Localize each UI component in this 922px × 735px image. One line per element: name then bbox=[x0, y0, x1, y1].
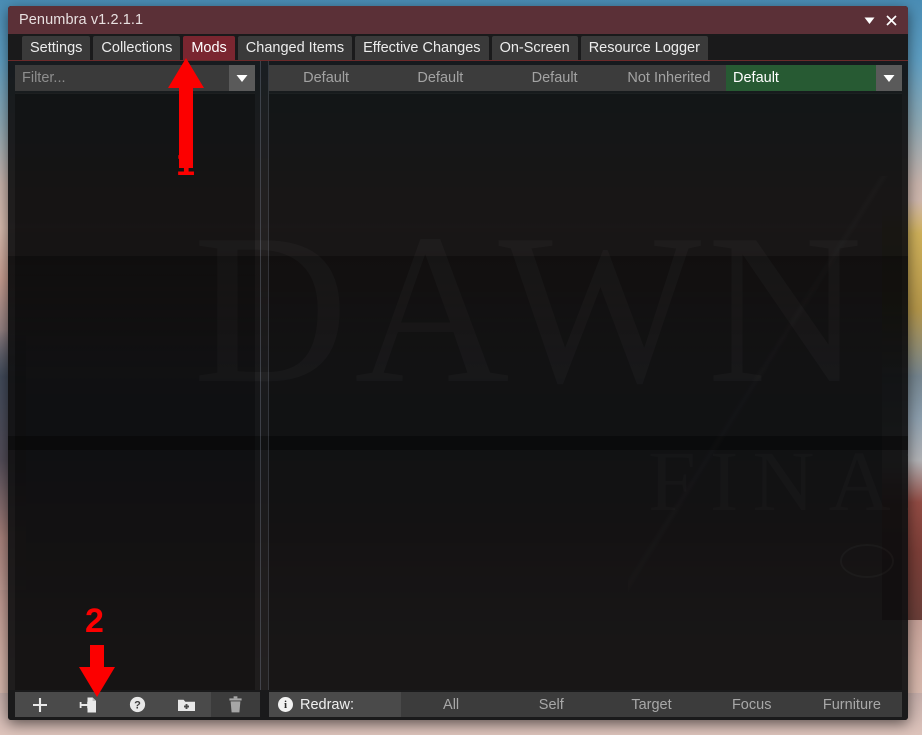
question-circle-icon: ? bbox=[128, 695, 147, 714]
redraw-furniture-button[interactable]: Furniture bbox=[802, 692, 902, 717]
tab-effective-changes[interactable]: Effective Changes bbox=[355, 36, 489, 60]
tab-settings[interactable]: Settings bbox=[22, 36, 91, 60]
collection-header-1[interactable]: Default bbox=[269, 65, 383, 91]
redraw-self-button[interactable]: Self bbox=[501, 692, 601, 717]
delete-mod-button[interactable] bbox=[211, 692, 260, 717]
import-mod-button[interactable] bbox=[64, 692, 113, 717]
annotation-number-2: 2 bbox=[85, 602, 104, 640]
collection-select[interactable]: Default bbox=[726, 65, 876, 91]
redraw-all-button[interactable]: All bbox=[401, 692, 501, 717]
mod-filter-input[interactable] bbox=[15, 65, 229, 91]
new-folder-button[interactable] bbox=[162, 692, 211, 717]
window-titlebar[interactable]: Penumbra v1.2.1.1 bbox=[8, 6, 908, 34]
mod-selector-pane bbox=[8, 61, 260, 690]
tab-collections[interactable]: Collections bbox=[93, 36, 181, 60]
info-icon[interactable]: i bbox=[278, 697, 293, 712]
redraw-target-button[interactable]: Target bbox=[601, 692, 701, 717]
toolbar-gap bbox=[260, 692, 269, 717]
redraw-label: Redraw: bbox=[300, 696, 354, 713]
collection-header-inheritance[interactable]: Not Inherited bbox=[612, 65, 726, 91]
redraw-focus-button[interactable]: Focus bbox=[702, 692, 802, 717]
window-body: Default Default Default Not Inherited De… bbox=[8, 61, 908, 690]
collection-header-3[interactable]: Default bbox=[498, 65, 612, 91]
window-title: Penumbra v1.2.1.1 bbox=[19, 12, 144, 28]
trash-icon bbox=[226, 695, 245, 715]
tab-on-screen[interactable]: On-Screen bbox=[491, 36, 578, 60]
help-button[interactable]: ? bbox=[113, 692, 162, 717]
import-file-icon bbox=[79, 695, 99, 715]
collection-header-2[interactable]: Default bbox=[383, 65, 497, 91]
mod-filter-row bbox=[15, 65, 255, 91]
mod-list[interactable] bbox=[15, 93, 255, 690]
svg-text:?: ? bbox=[134, 700, 141, 712]
mod-detail-panel bbox=[269, 93, 902, 690]
annotation-number-1: 1 bbox=[176, 145, 195, 183]
main-tabbar: Settings Collections Mods Changed Items … bbox=[8, 34, 908, 61]
triangle-down-icon[interactable] bbox=[876, 65, 902, 91]
tab-mods[interactable]: Mods bbox=[183, 36, 235, 60]
redraw-group: i Redraw: All Self Target Focus Furnitur… bbox=[269, 692, 902, 717]
redraw-label-block: i Redraw: bbox=[269, 692, 401, 717]
add-mod-button[interactable] bbox=[15, 692, 64, 717]
collection-selector-bar: Default Default Default Not Inherited De… bbox=[269, 65, 902, 91]
mod-tools-group: ? bbox=[15, 692, 260, 717]
bottom-toolbar: ? i Redraw: All Self Target Focus Furnit… bbox=[8, 690, 908, 720]
tab-changed-items[interactable]: Changed Items bbox=[237, 36, 353, 60]
mod-detail-pane: Default Default Default Not Inherited De… bbox=[269, 61, 908, 690]
pane-splitter[interactable] bbox=[260, 61, 269, 690]
folder-plus-icon bbox=[176, 695, 197, 715]
triangle-down-icon[interactable] bbox=[229, 65, 255, 91]
plus-icon bbox=[30, 695, 50, 715]
triangle-down-icon[interactable] bbox=[858, 9, 880, 31]
tab-resource-logger[interactable]: Resource Logger bbox=[580, 36, 708, 60]
close-icon[interactable] bbox=[880, 9, 902, 31]
penumbra-window: DAWN FINAL Penumbra v1.2.1.1 Settings Co… bbox=[8, 6, 908, 720]
